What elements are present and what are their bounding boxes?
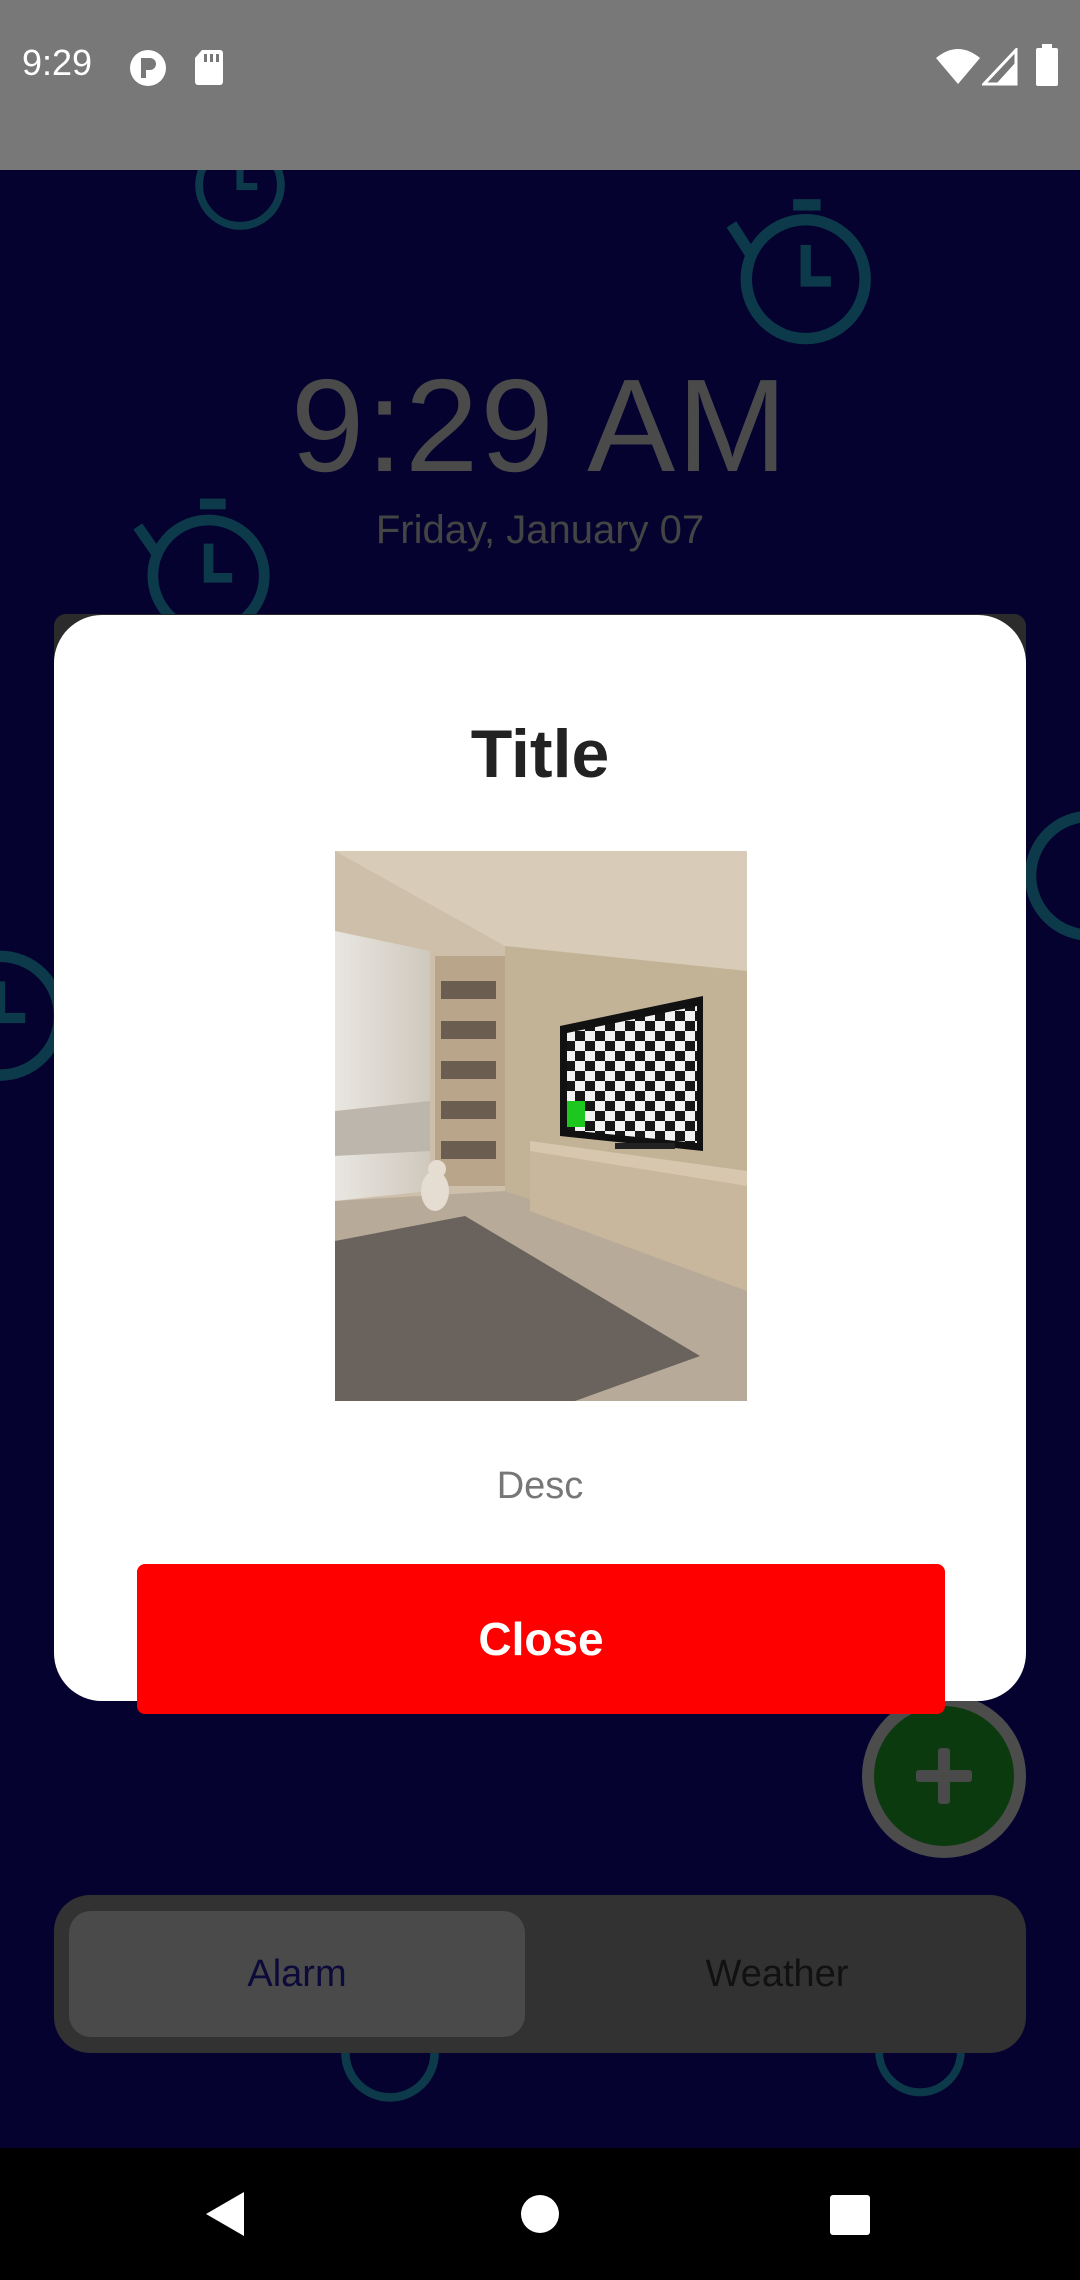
add-alarm-button-inner [874, 1706, 1014, 1846]
tab-weather[interactable]: Weather [544, 1911, 1010, 2037]
close-button[interactable]: Close [137, 1564, 945, 1714]
signal-icon [982, 48, 1018, 86]
add-alarm-button[interactable] [862, 1694, 1026, 1858]
sd-card-icon [195, 50, 223, 85]
bottom-tab-bar: Alarm Weather [54, 1895, 1026, 2053]
status-time: 9:29 [22, 42, 93, 83]
clock-date: Friday, January 07 [375, 508, 705, 552]
notification-p-icon [130, 50, 166, 86]
dialog-title: Title [470, 716, 610, 792]
battery-icon [1036, 44, 1058, 86]
tab-alarm[interactable]: Alarm [69, 1911, 525, 2037]
home-icon[interactable] [520, 2194, 560, 2234]
status-bar: 9:29 [0, 0, 1080, 170]
clock-time: 9:29 AM [290, 352, 790, 499]
stopwatch-watermark-icon [726, 199, 871, 345]
recents-icon[interactable] [829, 2194, 871, 2236]
wifi-icon [936, 49, 980, 84]
dialog-image [335, 851, 747, 1401]
dialog: Title Desc [54, 615, 1026, 1701]
stopwatch-watermark-icon [195, 170, 285, 230]
navigation-bar [0, 2148, 1080, 2280]
dialog-description: Desc [496, 1465, 584, 1507]
back-icon[interactable] [204, 2190, 246, 2238]
plus-icon [916, 1748, 972, 1804]
